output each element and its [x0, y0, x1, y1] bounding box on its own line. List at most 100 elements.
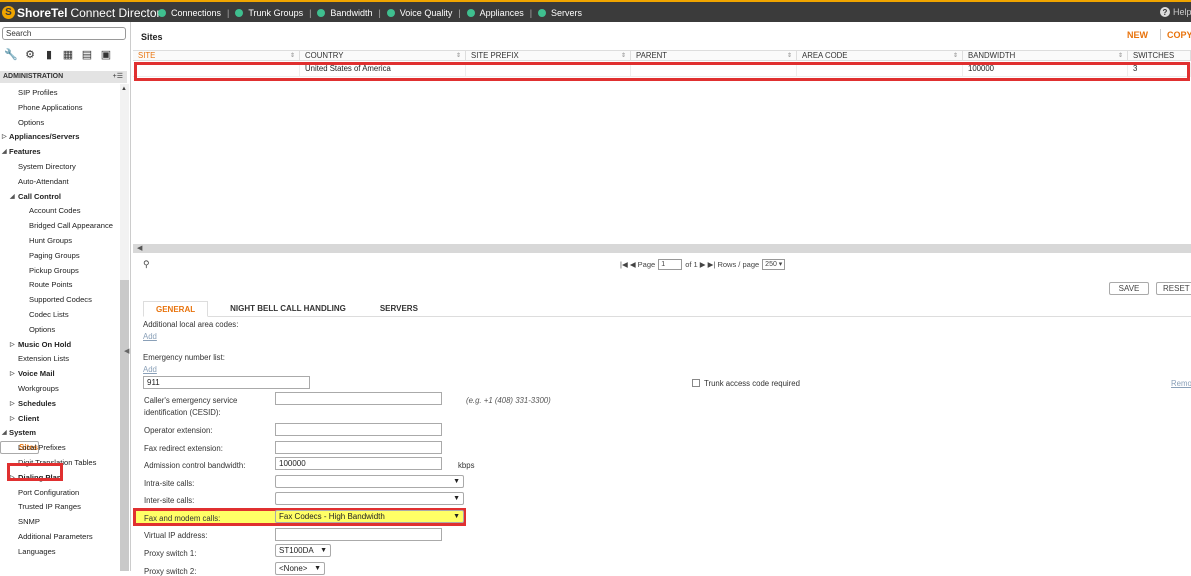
emergency-number-input[interactable]: 911	[143, 376, 310, 389]
expand-all-icon[interactable]: +☰	[113, 71, 123, 83]
tree-label: Options	[18, 117, 45, 127]
cesid-input[interactable]	[275, 392, 442, 405]
tree-item[interactable]: SNMP	[0, 515, 119, 530]
tree-item[interactable]: Supported Codecs	[0, 293, 119, 308]
tab-night-bell[interactable]: NIGHT BELL CALL HANDLING	[218, 301, 358, 317]
search-input[interactable]	[2, 27, 126, 40]
sidebar-scrollbar[interactable]: ▲	[120, 84, 129, 571]
sort-icon[interactable]: ⇕	[1118, 51, 1123, 61]
server-icon[interactable]: ▤	[80, 48, 94, 61]
proxy-switch-2-select[interactable]: <None> ▼	[275, 562, 325, 575]
scroll-thumb[interactable]	[120, 280, 129, 571]
last-page-icon[interactable]: ▶|	[706, 260, 718, 269]
prev-page-icon[interactable]: ◀	[630, 260, 638, 269]
sort-icon[interactable]: ⇕	[787, 51, 792, 61]
add-device-icon[interactable]: ▣	[99, 48, 113, 61]
next-page-icon[interactable]: ▶	[698, 260, 706, 269]
table-horizontal-scrollbar[interactable]: ◀	[133, 244, 1191, 253]
tree-group[interactable]: ◢ Features	[0, 145, 119, 160]
tree-item[interactable]: Phone Applications	[0, 101, 119, 116]
tree-item[interactable]: Options	[0, 323, 119, 338]
operator-extension-input[interactable]	[275, 423, 442, 436]
tree-item[interactable]: Hunt Groups	[0, 234, 119, 249]
tree-group[interactable]: ◢ System	[0, 426, 119, 441]
tree-item[interactable]: Additional Parameters	[0, 530, 119, 545]
tree-item[interactable]: Codec Lists	[0, 308, 119, 323]
virtual-ip-input[interactable]	[275, 528, 442, 541]
tree-group[interactable]: ▷ Music On Hold	[0, 338, 119, 353]
tree-item[interactable]: Pickup Groups	[0, 264, 119, 279]
tab-servers[interactable]: SERVERS	[368, 301, 430, 317]
wrench-icon[interactable]: 🔧	[4, 48, 18, 61]
sort-icon[interactable]: ⇕	[953, 51, 958, 61]
nav-trunk-groups[interactable]: Trunk Groups	[235, 8, 303, 18]
tree-item[interactable]: Trusted IP Ranges	[0, 500, 119, 515]
save-button[interactable]: SAVE	[1109, 282, 1149, 295]
nav-bandwidth[interactable]: Bandwidth	[317, 8, 372, 18]
tree-label: Hunt Groups	[29, 235, 73, 245]
nav-voice-quality[interactable]: Voice Quality	[386, 8, 452, 18]
rows-per-page-select[interactable]: 250 ▾	[762, 259, 786, 270]
sort-icon[interactable]: ⇕	[290, 51, 295, 61]
reset-button[interactable]: RESET	[1156, 282, 1191, 295]
tree-group[interactable]: ▷ Appliances/Servers	[0, 130, 119, 145]
tree-item[interactable]: Local Prefixes	[0, 441, 119, 456]
admission-bandwidth-input[interactable]: 100000	[275, 457, 442, 470]
page-number-input[interactable]: 1	[658, 259, 683, 270]
column-header-site-prefix[interactable]: SITE PREFIX ⇕	[466, 51, 631, 60]
nav-label: Trunk Groups	[248, 8, 304, 18]
column-header-bandwidth[interactable]: BANDWIDTH ⇕	[963, 51, 1128, 60]
chevron-down-icon: ▼	[453, 495, 460, 502]
tree-item[interactable]: Paging Groups	[0, 249, 119, 264]
nav-servers[interactable]: Servers	[538, 8, 582, 18]
sort-icon[interactable]: ⇕	[456, 51, 461, 61]
copy-button[interactable]: COPY	[1167, 30, 1191, 40]
search-icon[interactable]: ⚲	[143, 259, 150, 270]
first-page-icon[interactable]: |◀	[620, 260, 630, 269]
column-header-site[interactable]: SITE ⇕	[133, 51, 300, 60]
sort-icon[interactable]: ⇕	[621, 51, 626, 61]
tree-group[interactable]: ▷ Voice Mail	[0, 367, 119, 382]
fax-redirect-input[interactable]	[275, 441, 442, 454]
column-label: SWITCHES	[1133, 51, 1175, 60]
chart-icon[interactable]: ▮	[42, 48, 56, 61]
trunk-access-checkbox[interactable]	[692, 379, 700, 387]
intra-site-select[interactable]: ▼	[275, 475, 464, 488]
tree-item[interactable]: Port Configuration	[0, 486, 119, 501]
tree-item[interactable]: Route Points	[0, 278, 119, 293]
administration-header[interactable]: ADMINISTRATION +☰	[0, 71, 127, 83]
help-link[interactable]: ? Help	[1160, 7, 1191, 17]
tree-item[interactable]: System Directory	[0, 160, 119, 175]
tree-item[interactable]: Extension Lists	[0, 352, 119, 367]
tree-item[interactable]: Bridged Call Appearance	[0, 219, 119, 234]
column-header-country[interactable]: COUNTRY ⇕	[300, 51, 466, 60]
fax-modem-select[interactable]: Fax Codecs - High Bandwidth ▼	[275, 510, 464, 523]
column-header-area-code[interactable]: AREA CODE ⇕	[797, 51, 963, 60]
column-header-parent[interactable]: PARENT ⇕	[631, 51, 797, 60]
inter-site-select[interactable]: ▼	[275, 492, 464, 505]
tree-group[interactable]: ◢ Call Control	[0, 190, 119, 205]
tree-item[interactable]: Options	[0, 116, 119, 131]
add-area-code-link[interactable]: Add	[143, 332, 157, 341]
tree-item[interactable]: Languages	[0, 545, 119, 560]
gear-icon[interactable]: ⚙	[23, 48, 37, 61]
nav-connections[interactable]: Connections	[158, 8, 221, 18]
scroll-left-icon[interactable]: ◀	[137, 244, 142, 252]
nav-appliances[interactable]: Appliances	[466, 8, 524, 18]
columns-icon[interactable]: ▦	[61, 48, 75, 61]
column-header-switches[interactable]: SWITCHES	[1128, 51, 1191, 60]
add-emergency-link[interactable]: Add	[143, 365, 157, 374]
tree-group[interactable]: ▷ Schedules	[0, 397, 119, 412]
tree-item[interactable]: Account Codes	[0, 204, 119, 219]
tree-item[interactable]: Workgroups	[0, 382, 119, 397]
tree-item[interactable]: SIP Profiles	[0, 86, 119, 101]
remove-link[interactable]: Remo	[1171, 379, 1191, 388]
tree-group[interactable]: ▷ Client	[0, 412, 119, 427]
tab-general[interactable]: GENERAL	[143, 301, 209, 317]
collapse-sidebar-icon[interactable]: ◀	[124, 347, 129, 355]
status-dot-icon	[466, 9, 475, 17]
scroll-up-icon[interactable]: ▲	[121, 86, 127, 92]
tree-item[interactable]: Auto-Attendant	[0, 175, 119, 190]
proxy-switch-1-select[interactable]: ST100DA ▼	[275, 544, 331, 557]
new-button[interactable]: NEW	[1127, 30, 1148, 40]
